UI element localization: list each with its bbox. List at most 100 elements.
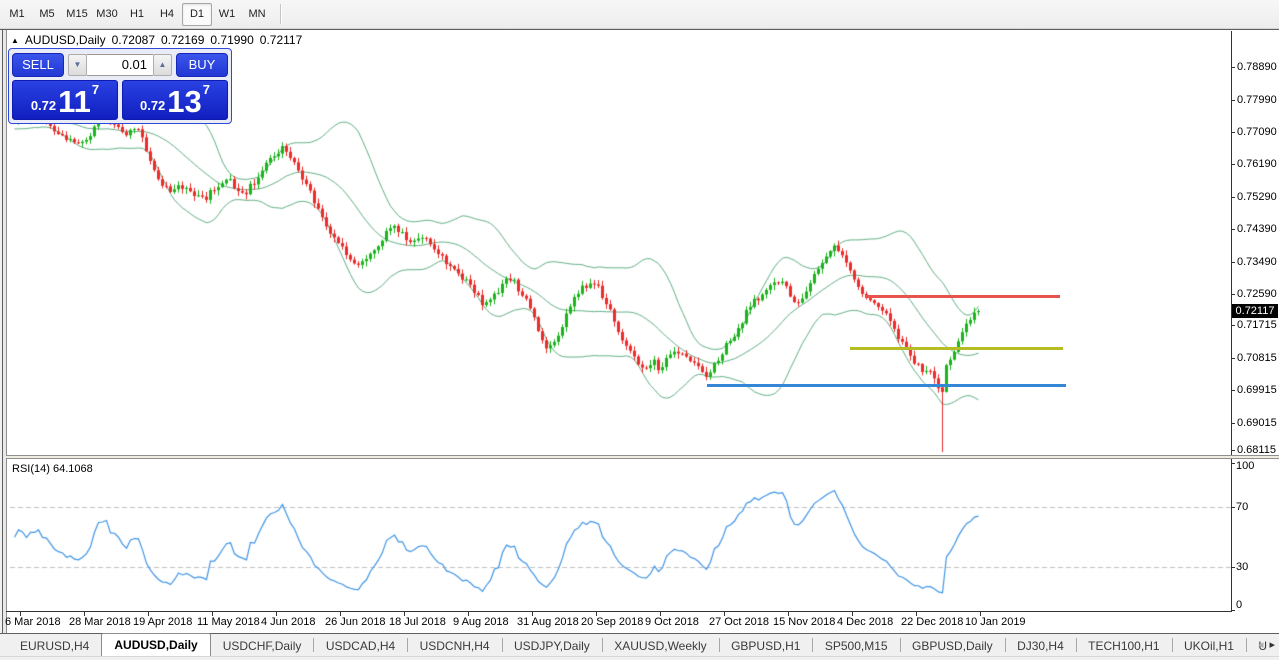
time-tick-label: 20 Sep 2018 [581, 616, 644, 628]
chart-tab-usdcnh-h4[interactable]: USDCNH,H4 [408, 636, 502, 656]
rsi-tick-label: 70 [1236, 501, 1249, 514]
tab-scroll-right-icon[interactable]: ▸ [1269, 638, 1275, 651]
time-tick-label: 11 May 2018 [197, 616, 260, 628]
chart-tab-eurusd-h4[interactable]: EURUSD,H4 [8, 636, 101, 656]
chart-collapse-icon[interactable]: ▲ [11, 36, 19, 45]
timeframe-button-w1[interactable]: W1 [212, 3, 242, 26]
ohlc-high: 0.72169 [161, 33, 205, 47]
buy-button[interactable]: BUY [176, 52, 228, 77]
price-tick-label: 0.74390 [1237, 223, 1277, 236]
volume-decrease-button[interactable]: ▼ [68, 53, 87, 76]
toolbar-separator [280, 4, 282, 24]
price-tick-mark [1231, 196, 1235, 198]
rsi-tick-label: 0 [1236, 599, 1243, 611]
time-tick-label: 18 Jul 2018 [389, 616, 446, 628]
rsi-tick-mark [1231, 566, 1235, 568]
mid-line[interactable] [850, 346, 1063, 350]
price-tick-mark [1231, 293, 1235, 295]
rsi-tick-mark [1231, 610, 1235, 611]
price-tick-label: 0.73490 [1237, 255, 1277, 268]
chart-tab-xauusd-weekly[interactable]: XAUUSD,Weekly [602, 636, 718, 656]
price-tick-mark [1231, 450, 1235, 451]
price-tick-label: 0.71715 [1237, 319, 1277, 332]
timeframe-button-d1[interactable]: D1 [182, 2, 212, 26]
chart-tab-audusd-daily[interactable]: AUDUSD,Daily [101, 633, 211, 656]
chart-tab-usdjpy-daily[interactable]: USDJPY,Daily [502, 636, 602, 656]
time-tick-label: 28 Mar 2018 [69, 616, 131, 628]
chart-tab-tech100-h1[interactable]: TECH100,H1 [1076, 636, 1171, 656]
price-tick-mark [1231, 99, 1235, 101]
price-tick-mark [1231, 422, 1235, 424]
time-tick-label: 26 Jun 2018 [325, 616, 386, 628]
price-tick-mark [1231, 390, 1235, 392]
time-tick-label: 10 Jan 2019 [965, 616, 1026, 628]
time-tick-label: 9 Aug 2018 [453, 616, 509, 628]
price-tick-mark [1231, 131, 1235, 133]
ohlc-open: 0.72087 [111, 33, 155, 47]
time-tick-label: 6 Mar 2018 [5, 616, 61, 628]
price-tick-label: 0.69915 [1237, 384, 1277, 397]
buy-price-display[interactable]: 0.72 13 7 [122, 80, 228, 120]
chart-tab-sp500-m15[interactable]: SP500,M15 [813, 636, 900, 656]
timeframe-button-m1[interactable]: M1 [2, 3, 32, 26]
panel-splitter[interactable] [6, 455, 1279, 459]
chart-tab-gbpusd-h1[interactable]: GBPUSD,H1 [719, 636, 812, 656]
window-inner-border [6, 30, 7, 633]
time-tick-label: 15 Nov 2018 [773, 616, 836, 628]
current-price-tag: 0.72117 [1232, 304, 1278, 318]
time-tick-label: 27 Oct 2018 [709, 616, 769, 628]
sell-price-display[interactable]: 0.72 11 7 [12, 80, 118, 120]
chart-symbol-label: AUDUSD,Daily [24, 33, 106, 47]
ohlc-close: 0.72117 [259, 33, 303, 47]
chart-tab-usdchf-daily[interactable]: USDCHF,Daily [211, 636, 314, 656]
chart-tab-usdcad-h4[interactable]: USDCAD,H4 [314, 636, 407, 656]
rsi-tick-label: 100 [1236, 460, 1255, 472]
timeframe-button-h1[interactable]: H1 [122, 3, 152, 26]
time-tick-label: 19 Apr 2018 [133, 616, 193, 628]
time-tick-label: 9 Oct 2018 [645, 616, 699, 628]
sell-price-prefix: 0.72 [30, 98, 57, 113]
rsi-indicator-chart[interactable] [8, 460, 1232, 610]
timeframe-button-m5[interactable]: M5 [32, 3, 62, 26]
chart-tab-bar: EURUSD,H4 AUDUSD,Daily USDCHF,Daily USDCAD,… [0, 633, 1279, 657]
buy-price-prefix: 0.72 [139, 98, 166, 113]
ohlc-low: 0.71990 [210, 33, 254, 47]
time-tick-label: 22 Dec 2018 [901, 616, 964, 628]
price-tick-label: 0.76190 [1237, 158, 1277, 171]
timeframe-button-m15[interactable]: M15 [62, 3, 92, 26]
support-line[interactable] [707, 384, 1066, 388]
timeframe-button-h4[interactable]: H4 [152, 3, 182, 26]
sell-price-pipette: 7 [91, 82, 100, 97]
rsi-tick-mark [1231, 507, 1235, 509]
chart-tab-dj30-h4[interactable]: DJ30,H4 [1005, 636, 1076, 656]
time-tick-label: 4 Dec 2018 [837, 616, 894, 628]
resistance-line[interactable] [865, 295, 1060, 299]
mt4-terminal: M1 M5 M15 M30 H1 H4 D1 W1 MN ▲ AUDUSD,Daily 0.72… [0, 0, 1279, 660]
one-click-trading-panel: SELL ▼ ▲ BUY 0.72 11 7 0.72 13 7 [8, 48, 232, 124]
rsi-tick-mark [1231, 463, 1235, 464]
sell-price-big: 11 [58, 84, 91, 119]
price-axis-line [1231, 31, 1232, 612]
price-tick-mark [1231, 261, 1235, 263]
price-tick-mark [1231, 164, 1235, 166]
chart-tab-ukoil-h1[interactable]: UKOil,H1 [1172, 636, 1246, 656]
time-tick-label: 31 Aug 2018 [517, 616, 579, 628]
price-tick-mark [1231, 325, 1235, 327]
volume-input[interactable] [87, 53, 153, 76]
sell-button[interactable]: SELL [12, 52, 64, 77]
buy-price-pipette: 7 [202, 82, 211, 97]
price-tick-label: 0.78890 [1237, 61, 1277, 74]
tab-scroll-left-icon[interactable]: ◂ [1258, 638, 1264, 651]
rsi-tick-label: 30 [1236, 560, 1249, 573]
chart-tab-gbpusd-daily[interactable]: GBPUSD,Daily [900, 636, 1005, 656]
timeframe-button-m30[interactable]: M30 [92, 3, 122, 26]
rsi-label: RSI(14) 64.1068 [12, 463, 93, 475]
time-axis-line [6, 611, 1232, 612]
price-tick-mark [1231, 357, 1235, 359]
timeframe-toolbar: M1 M5 M15 M30 H1 H4 D1 W1 MN [0, 0, 1279, 29]
price-tick-label: 0.70815 [1237, 351, 1277, 364]
volume-increase-button[interactable]: ▲ [153, 53, 172, 76]
price-tick-label: 0.69015 [1237, 416, 1277, 429]
timeframe-button-mn[interactable]: MN [242, 3, 272, 26]
price-tick-mark [1231, 67, 1235, 69]
